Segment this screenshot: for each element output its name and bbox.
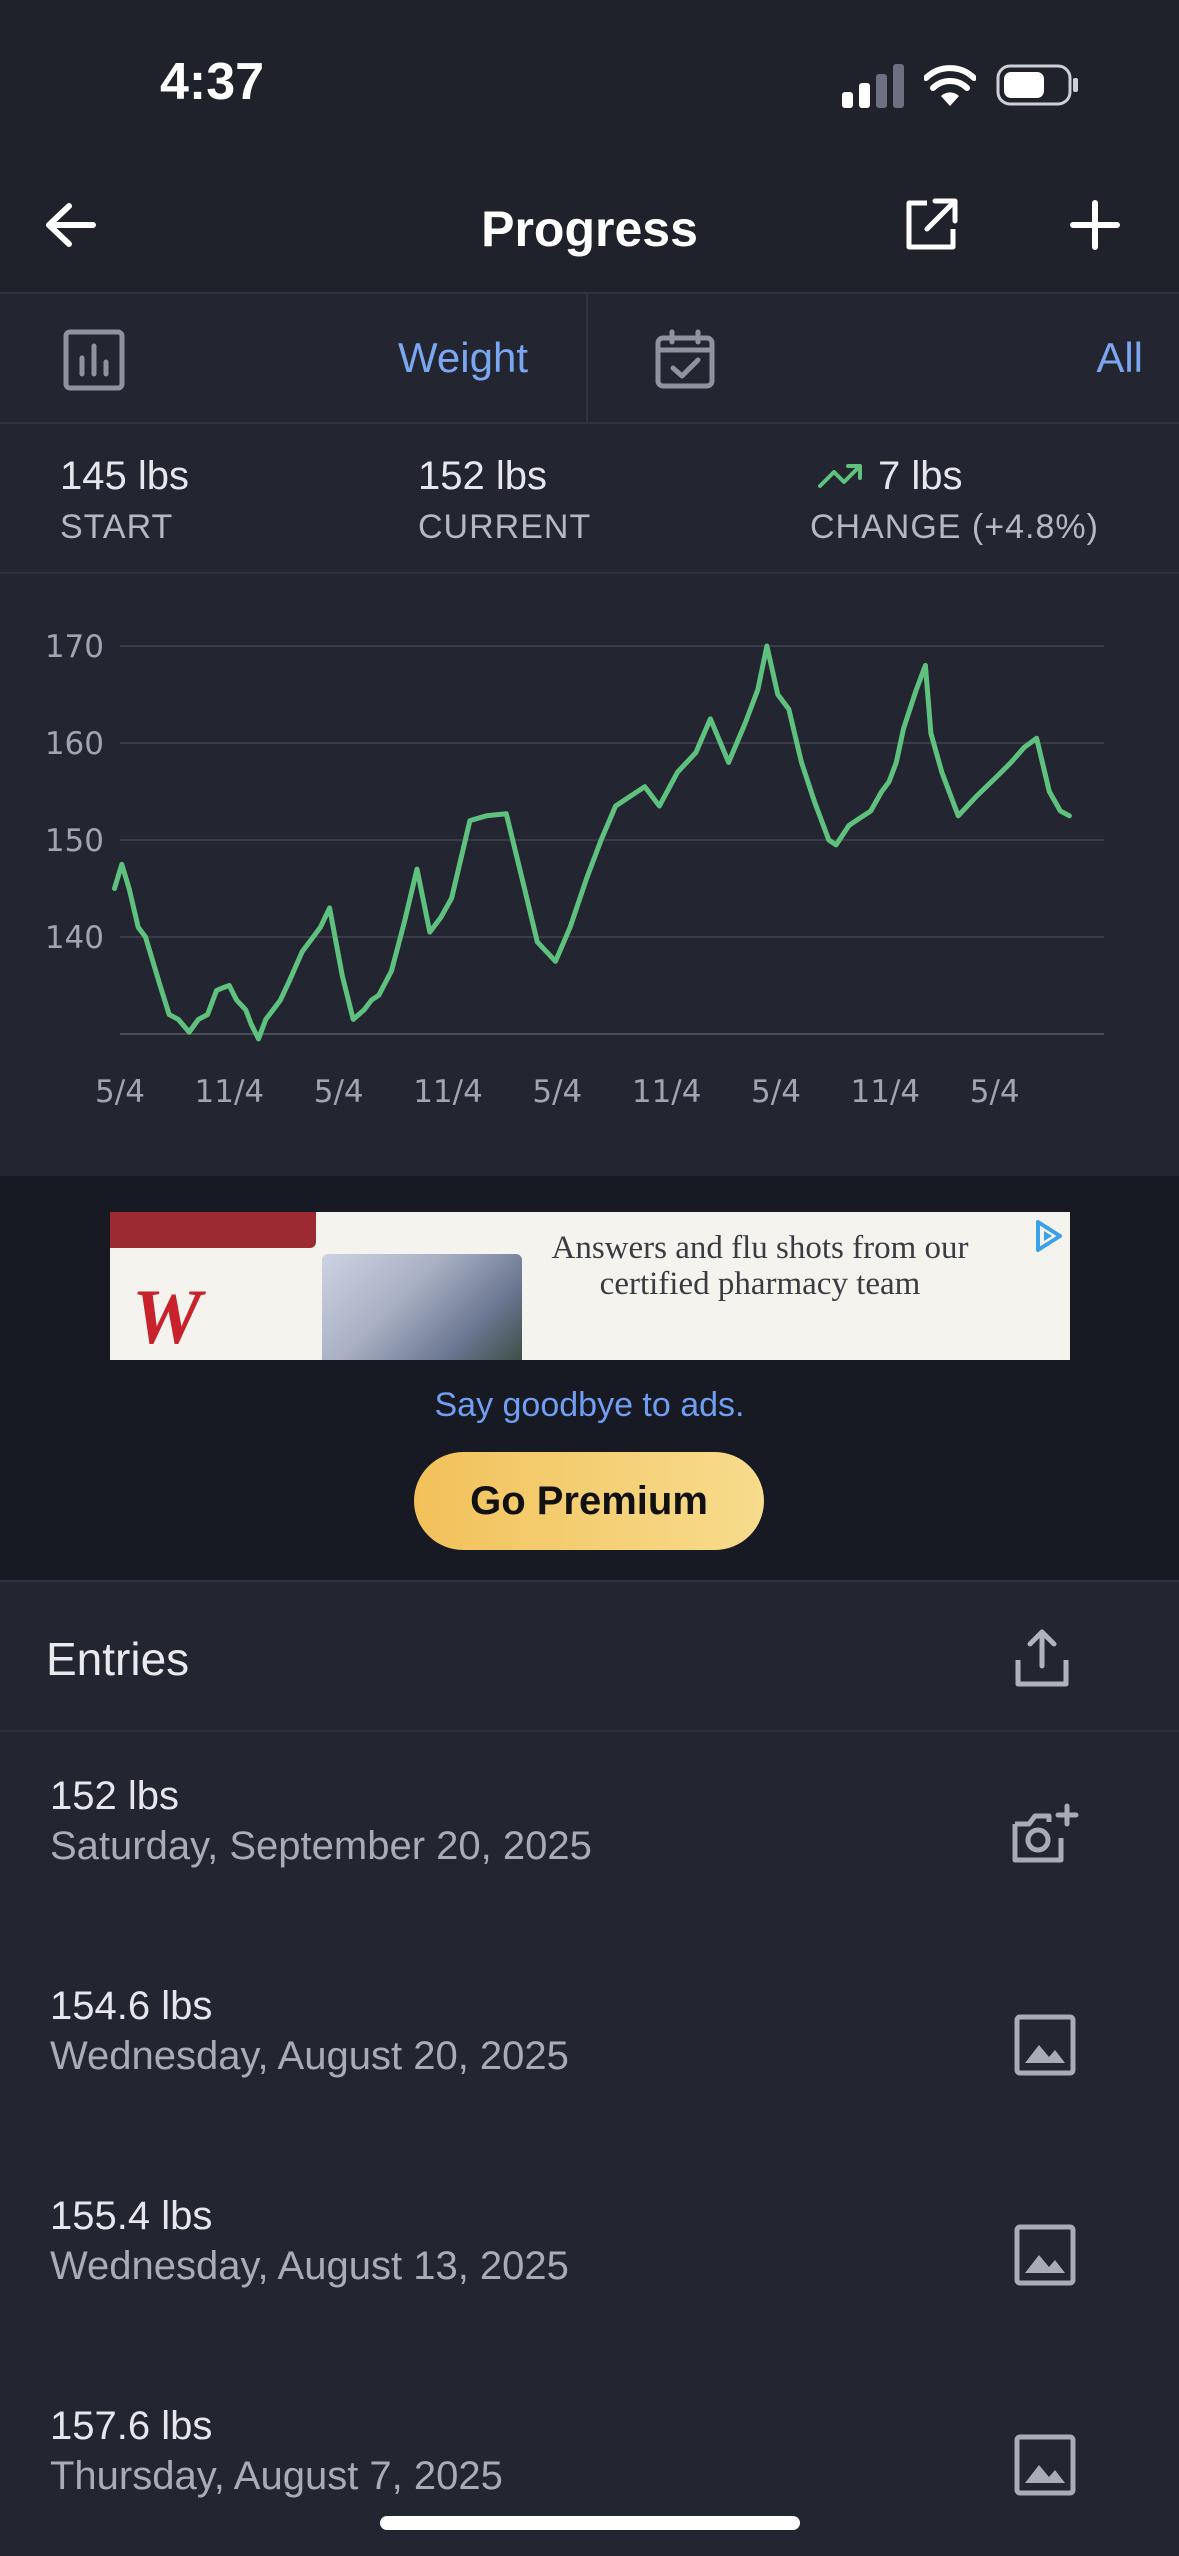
page-title: Progress	[481, 201, 698, 257]
stats-summary: 145 lbs START 152 lbs CURRENT 7 lbs CHAN…	[0, 424, 1179, 574]
entry-weight: 152 lbs	[50, 1774, 179, 1818]
x-tick-label: 5/4	[751, 1074, 801, 1110]
add-entry-button[interactable]	[1050, 180, 1140, 270]
change-value: 7 lbs	[878, 454, 963, 498]
x-tick-label: 11/4	[195, 1074, 265, 1110]
export-icon[interactable]	[1010, 1626, 1074, 1690]
trending-up-icon	[818, 464, 862, 488]
range-selector[interactable]: All	[588, 294, 1179, 422]
weight-series-line	[112, 643, 1072, 1042]
battery-icon	[996, 64, 1078, 106]
nav-bar: Progress	[0, 160, 1179, 294]
y-tick-label: 140	[45, 920, 104, 956]
start-value: 145 lbs	[60, 454, 189, 498]
y-tick-label: 170	[45, 629, 104, 665]
entry-date: Wednesday, August 13, 2025	[50, 2244, 569, 2288]
entry-date: Saturday, September 20, 2025	[50, 1824, 592, 1868]
ad-red-tab	[110, 1212, 316, 1248]
metric-label: Weight	[398, 334, 528, 381]
entry-date: Wednesday, August 20, 2025	[50, 2034, 569, 2078]
external-share-icon	[906, 198, 958, 250]
home-indicator[interactable]	[380, 2516, 800, 2530]
weight-chart: 140 150 160 170 5/4 11/4 5/4 11/4 5/4 11/4 5/4 11/4…	[0, 574, 1179, 1174]
x-tick-label: 11/4	[851, 1074, 921, 1110]
x-tick-label: 5/4	[970, 1074, 1020, 1110]
entry-date: Thursday, August 7, 2025	[50, 2454, 503, 2498]
x-tick-label: 11/4	[632, 1074, 702, 1110]
calendar-check-icon	[655, 329, 715, 389]
entries-header: Entries	[0, 1580, 1179, 1732]
entry-weight: 155.4 lbs	[50, 2194, 213, 2238]
x-tick-label: 5/4	[314, 1074, 364, 1110]
cellular-signal-icon	[842, 64, 904, 108]
entry-row[interactable]: 155.4 lbs Wednesday, August 13, 2025	[0, 2150, 1179, 2360]
range-label: All	[1096, 334, 1143, 381]
image-icon	[1014, 2014, 1076, 2076]
x-tick-label: 5/4	[532, 1074, 582, 1110]
remove-ads-link[interactable]: Say goodbye to ads.	[0, 1386, 1179, 1425]
plus-icon	[1070, 200, 1120, 250]
status-bar: 4:37	[0, 0, 1179, 160]
x-tick-label: 11/4	[413, 1074, 483, 1110]
entry-weight: 157.6 lbs	[50, 2404, 213, 2448]
photo-button[interactable]	[1000, 2000, 1090, 2090]
go-premium-button[interactable]: Go Premium	[414, 1452, 764, 1550]
ad-banner[interactable]: W Answers and flu shots from our certifi…	[110, 1212, 1070, 1360]
bar-chart-icon	[63, 329, 125, 391]
wifi-icon	[924, 65, 976, 106]
start-label: START	[60, 508, 174, 546]
y-tick-label: 160	[45, 726, 104, 762]
current-value: 152 lbs	[418, 454, 547, 498]
ad-section: W Answers and flu shots from our certifi…	[0, 1176, 1179, 1580]
image-icon	[1014, 2224, 1076, 2286]
add-photo-icon	[1012, 1803, 1079, 1863]
photo-button[interactable]	[1000, 2210, 1090, 2300]
entry-row[interactable]: 154.6 lbs Wednesday, August 20, 2025	[0, 1940, 1179, 2150]
add-photo-button[interactable]	[1000, 1790, 1090, 1880]
ad-logo: W	[132, 1273, 202, 1360]
current-label: CURRENT	[418, 508, 592, 546]
weight-line-chart: 140 150 160 170 5/4 11/4 5/4 11/4 5/4 11/4 5/4 11/4…	[45, 629, 1104, 1110]
ad-photo	[322, 1254, 522, 1360]
ad-text: Answers and flu shots from our certified…	[551, 1230, 969, 1302]
x-tick-label: 5/4	[95, 1074, 145, 1110]
entry-row[interactable]: 152 lbs Saturday, September 20, 2025	[0, 1730, 1179, 1940]
ad-choices-icon[interactable]	[1028, 1216, 1068, 1256]
metric-selector[interactable]: Weight	[0, 294, 586, 422]
change-label: CHANGE (+4.8%)	[810, 508, 1099, 546]
entry-weight: 154.6 lbs	[50, 1984, 213, 2028]
image-icon	[1014, 2434, 1076, 2496]
photo-button[interactable]	[1000, 2420, 1090, 2510]
entries-title: Entries	[46, 1633, 190, 1685]
share-button[interactable]	[886, 180, 976, 270]
status-time: 4:37	[160, 53, 265, 111]
y-tick-label: 150	[45, 823, 104, 859]
selector-row: Weight All	[0, 294, 1179, 424]
